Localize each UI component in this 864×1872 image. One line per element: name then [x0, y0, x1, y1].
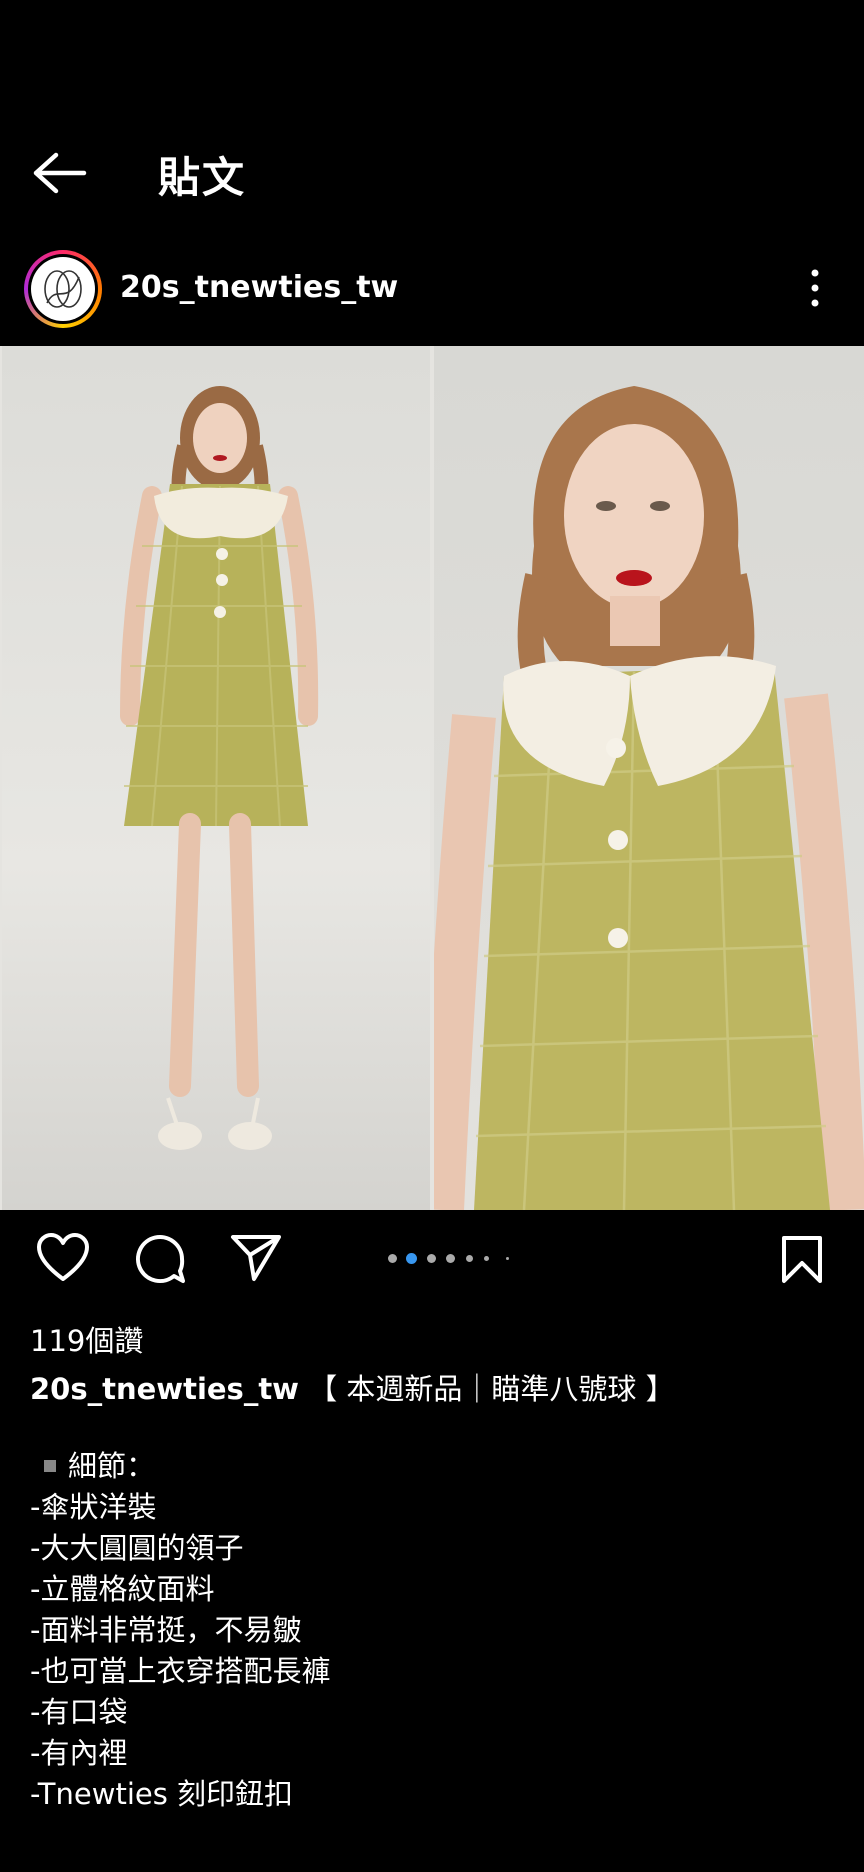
post-action-bar — [0, 1225, 864, 1295]
arrow-left-icon — [33, 152, 87, 194]
share-button[interactable] — [230, 1233, 282, 1287]
carousel-dot — [388, 1254, 397, 1263]
caption-line: -傘狀洋裝 — [30, 1490, 157, 1524]
post-photo-full-length — [2, 346, 430, 1210]
caption-line: -有內裡 — [30, 1736, 128, 1770]
post-username[interactable]: 20s_tnewties_tw — [120, 270, 398, 305]
caption-line: -有口袋 — [30, 1695, 128, 1729]
heart-icon — [37, 1233, 89, 1281]
caption-line: -也可當上衣穿搭配長褲 — [30, 1654, 331, 1688]
more-vertical-icon — [811, 269, 819, 307]
caption-line: -Tnewties 刻印鈕扣 — [30, 1777, 294, 1811]
carousel-dot — [446, 1254, 455, 1263]
carousel-dot — [427, 1254, 436, 1263]
avatar[interactable] — [24, 250, 102, 328]
caption-detail-heading-row: 細節： — [30, 1446, 330, 1487]
caption-username[interactable]: 20s_tnewties_tw — [30, 1372, 299, 1406]
like-button[interactable] — [36, 1233, 90, 1287]
post-header: 20s_tnewties_tw — [0, 246, 864, 336]
comment-icon — [136, 1235, 185, 1284]
more-options-button[interactable] — [808, 266, 822, 310]
caption-line: -面料非常挺，不易皺 — [30, 1613, 302, 1647]
carousel-dot-active — [406, 1253, 417, 1264]
save-button[interactable] — [780, 1235, 824, 1289]
caption-first-line: 20s_tnewties_tw 【 本週新品｜瞄準八號球 】 — [30, 1366, 675, 1408]
post-image-carousel[interactable] — [0, 346, 864, 1210]
post-photo-closeup — [434, 346, 864, 1210]
carousel-dot — [466, 1255, 473, 1262]
caption-body: 細節： -傘狀洋裝 -大大圓圓的領子 -立體格紋面料 -面料非常挺，不易皺 -也… — [30, 1446, 330, 1815]
carousel-dot — [506, 1257, 509, 1260]
caption-detail-heading: 細節： — [68, 1449, 156, 1483]
top-bar: 貼文 — [0, 130, 864, 216]
carousel-dot — [484, 1256, 489, 1261]
caption-line: -大大圓圓的領子 — [30, 1531, 244, 1565]
brand-logo-icon — [44, 270, 82, 308]
back-button[interactable] — [30, 150, 90, 196]
send-icon — [231, 1235, 281, 1281]
likes-count[interactable]: 119個讚 — [30, 1318, 143, 1360]
comment-button[interactable] — [134, 1233, 186, 1289]
square-bullet-icon — [44, 1460, 56, 1472]
bookmark-icon — [782, 1236, 822, 1283]
caption-headline: 【 本週新品｜瞄準八號球 】 — [308, 1372, 675, 1406]
caption-line: -立體格紋面料 — [30, 1572, 215, 1606]
page-title: 貼文 — [158, 153, 247, 202]
